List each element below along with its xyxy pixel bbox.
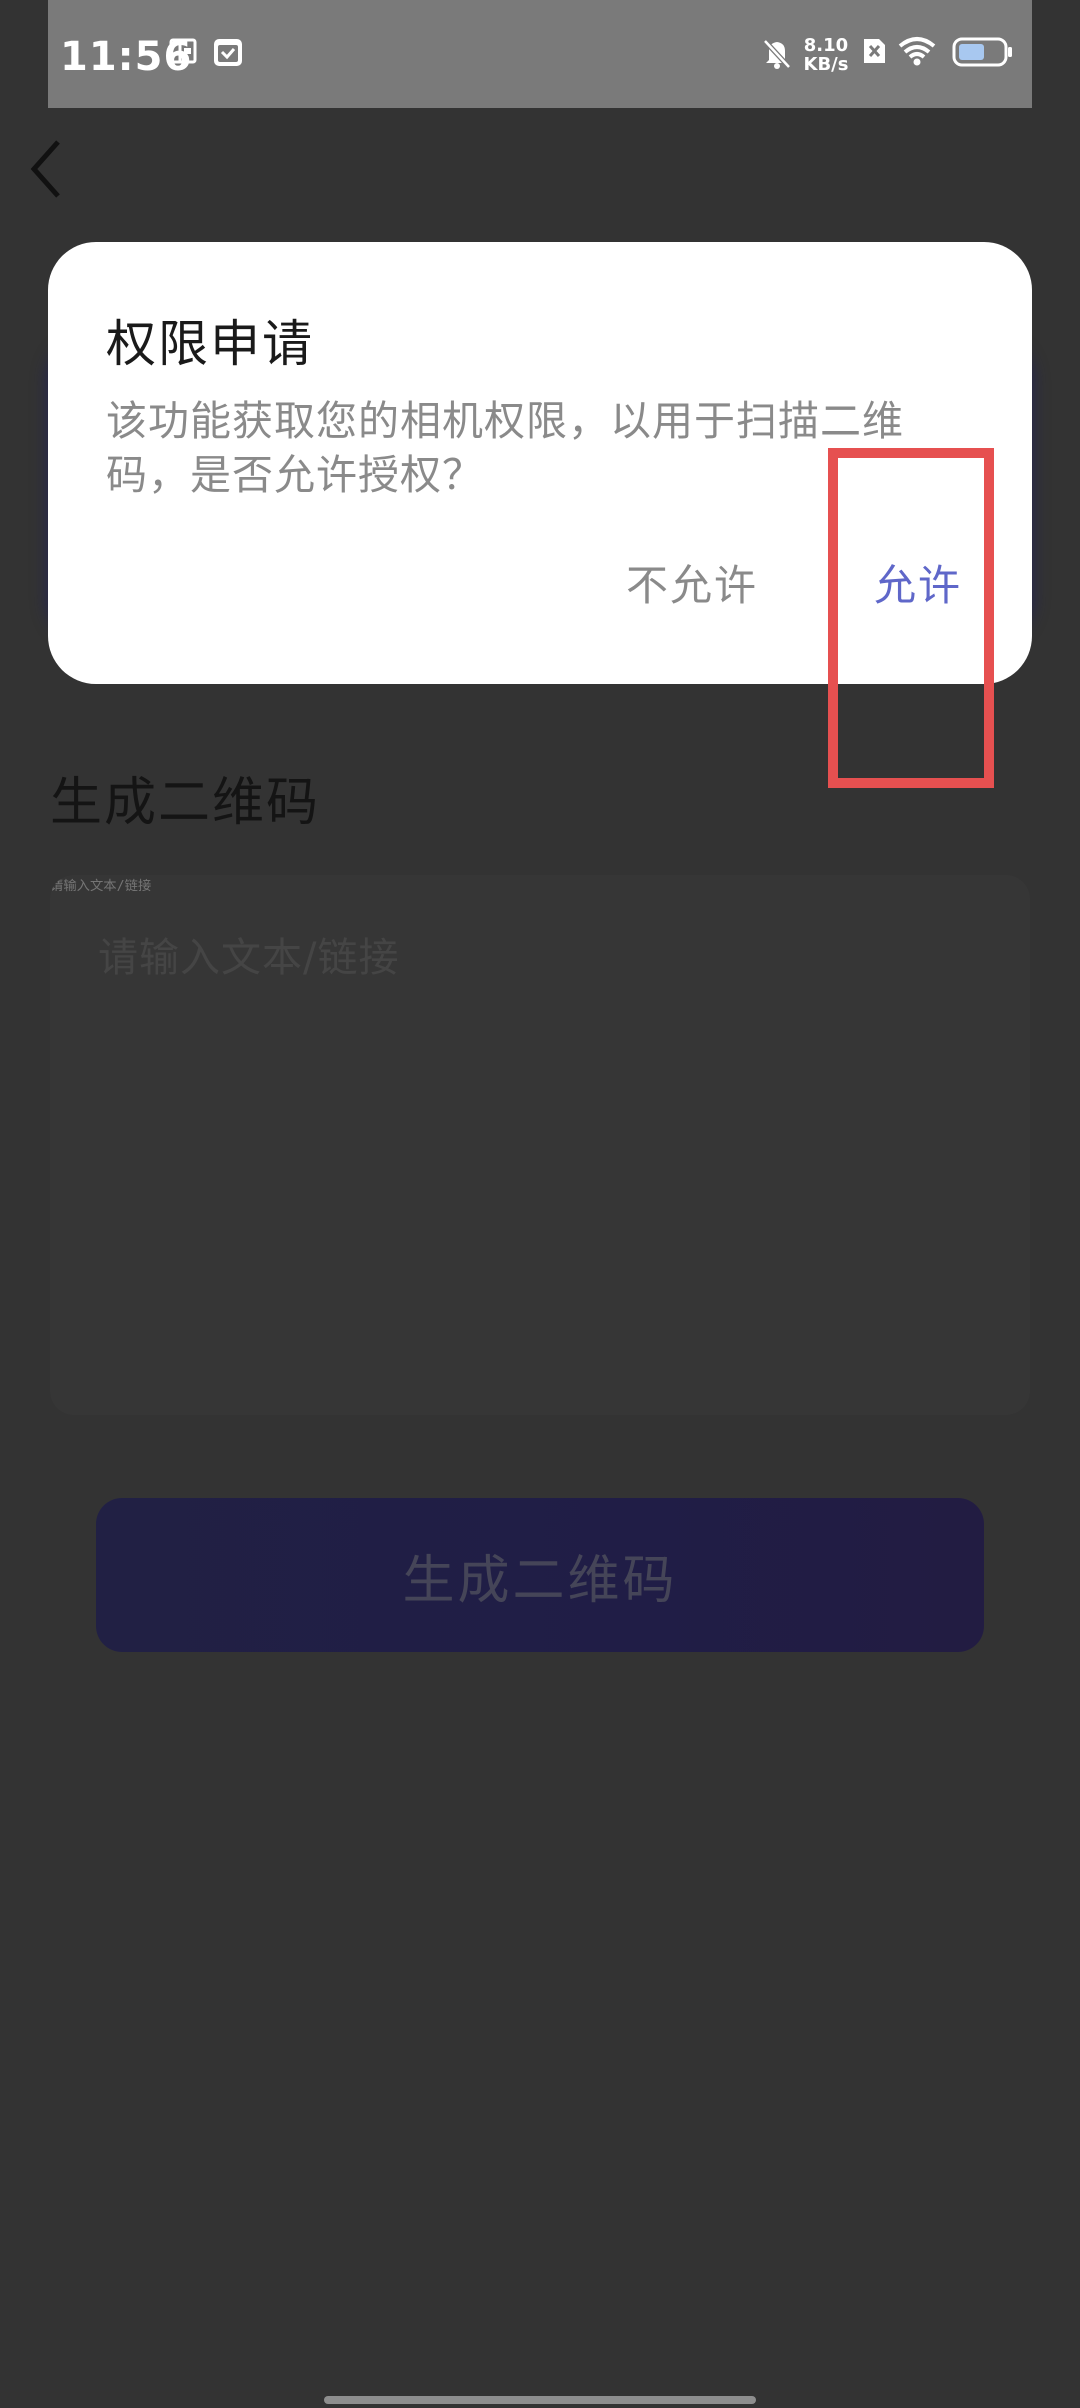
section-title: 生成二维码 (50, 773, 321, 833)
gesture-bar[interactable] (324, 2396, 756, 2404)
network-speed-unit: KB/s (803, 54, 849, 75)
dialog-message: 该功能获取您的相机权限，以用于扫描二维码，是否允许授权？ (106, 397, 904, 499)
generate-qr-button[interactable]: 生成二维码 (96, 1498, 984, 1652)
deny-button[interactable]: 不允许 (616, 542, 768, 622)
bell-off-icon (763, 39, 791, 69)
network-speed: 8.10 KB/s (800, 36, 852, 74)
sim-off-icon (864, 39, 885, 63)
wallet-icon (169, 38, 197, 64)
calendar-icon (214, 39, 242, 66)
allow-button[interactable]: 允许 (864, 542, 972, 622)
status-bar: 11:56 8.10 KB/s (48, 0, 1032, 108)
text-link-input-placeholder: 请输入文本/链接 (98, 935, 400, 981)
network-speed-value: 8.10 (803, 35, 849, 56)
back-arrow-icon[interactable] (22, 134, 72, 204)
permission-dialog: 权限申请 该功能获取您的相机权限，以用于扫描二维码，是否允许授权？ 不允许 允许 (48, 242, 1032, 684)
dialog-title: 权限申请 (106, 315, 314, 373)
wifi-icon (898, 37, 936, 66)
battery-icon (952, 37, 1012, 67)
